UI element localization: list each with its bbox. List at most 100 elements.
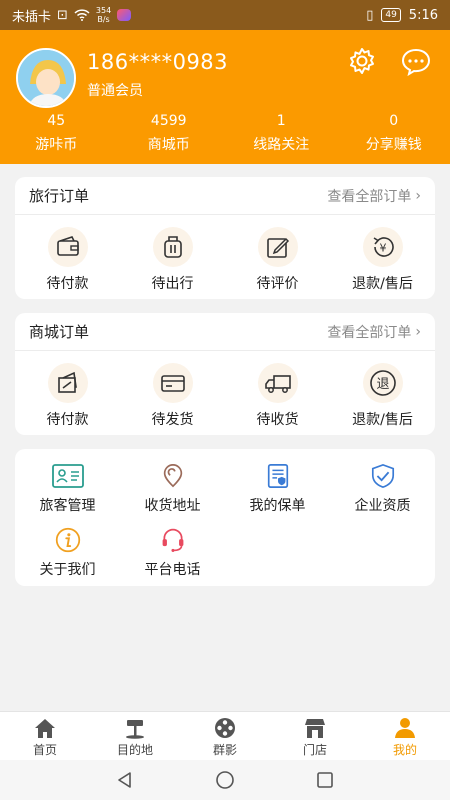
cell-label: 退款/售后 xyxy=(352,412,413,428)
net-speed: 354 B/s xyxy=(95,6,112,24)
service-label: 收货地址 xyxy=(144,498,201,514)
tab-destination[interactable]: 目的地 xyxy=(90,712,180,760)
cell-label: 待出行 xyxy=(151,276,194,292)
payment-icon xyxy=(47,363,88,403)
member-level: 普通会员 xyxy=(87,83,143,99)
travel-orders-card: 旅行订单 查看全部订单 › 待付款 待出行 待评价 ¥ 退款/售后 xyxy=(15,177,435,299)
shield-check-icon xyxy=(371,463,394,489)
home-icon xyxy=(35,719,55,738)
view-all-mall-orders-link[interactable]: 查看全部订单 › xyxy=(327,322,421,342)
cell-label: 退款/售后 xyxy=(352,276,413,292)
clock: 5:16 xyxy=(408,7,438,23)
stat-value: 0 xyxy=(389,113,399,129)
edit-icon xyxy=(257,227,298,267)
id-card-icon xyxy=(51,464,84,488)
person-icon xyxy=(395,718,415,738)
refund-icon: ¥ xyxy=(362,227,403,267)
cell-label: 待付款 xyxy=(46,412,89,428)
travel-orders-header: 旅行订单 查看全部订单 › xyxy=(15,177,435,215)
tab-group-photo[interactable]: 群影 xyxy=(180,712,270,760)
store-icon xyxy=(305,719,325,738)
bottom-tab-bar: 首页 目的地 群影 门店 我的 xyxy=(0,711,450,760)
about-us[interactable]: 关于我们 xyxy=(15,515,120,579)
mall-pending-shipment[interactable]: 待发货 xyxy=(120,351,225,435)
card-title: 旅行订单 xyxy=(29,187,90,205)
enterprise-qualification[interactable]: 企业资质 xyxy=(330,451,435,515)
luggage-icon xyxy=(152,227,193,267)
shipping-address[interactable]: 收货地址 xyxy=(120,451,225,515)
service-label: 平台电话 xyxy=(144,562,201,578)
svg-text:¥: ¥ xyxy=(379,242,386,255)
stat-youka-coin[interactable]: 45 游咔币 xyxy=(0,112,113,160)
mall-pending-receipt[interactable]: 待收货 xyxy=(225,351,330,435)
battery-indicator: 49 xyxy=(381,8,401,22)
stat-mall-coin[interactable]: 4599 商城币 xyxy=(113,112,226,160)
travel-pending-payment[interactable]: 待付款 xyxy=(15,215,120,299)
travel-pending-trip[interactable]: 待出行 xyxy=(120,215,225,299)
cell-label: 待收货 xyxy=(256,412,299,428)
my-policy[interactable]: 我的保单 xyxy=(225,451,330,515)
tab-label: 我的 xyxy=(392,743,417,757)
cell-label: 待发货 xyxy=(151,412,194,428)
carrier-label: 未插卡 xyxy=(12,9,52,25)
stat-value: 1 xyxy=(276,113,286,129)
headset-icon xyxy=(162,528,183,552)
platform-phone[interactable]: 平台电话 xyxy=(120,515,225,579)
travel-pending-review[interactable]: 待评价 xyxy=(225,215,330,299)
service-label: 旅客管理 xyxy=(39,498,96,514)
truck-icon xyxy=(257,363,298,403)
wallet-icon xyxy=(47,227,88,267)
service-label: 我的保单 xyxy=(249,498,306,514)
signpost-icon xyxy=(126,720,144,739)
vibrate-icon: ▯ xyxy=(366,7,374,23)
services-card: 旅客管理 收货地址 我的保单 企业资质 关于我们 平台电话 xyxy=(15,449,435,586)
user-phone: 186****0983 xyxy=(87,50,229,74)
stat-value: 4599 xyxy=(150,113,187,129)
recents-icon[interactable] xyxy=(315,770,335,790)
stat-label: 游咔币 xyxy=(35,137,78,153)
stat-label: 线路关注 xyxy=(253,137,310,153)
svg-text:退: 退 xyxy=(376,377,389,392)
stat-value: 45 xyxy=(47,113,66,129)
stat-route-follow[interactable]: 1 线路关注 xyxy=(225,112,338,160)
home-circle-icon[interactable] xyxy=(215,770,235,790)
gear-icon[interactable] xyxy=(347,46,377,76)
tab-label: 目的地 xyxy=(116,743,153,757)
profile-header: 186****0983 普通会员 45 游咔币 4599 商城币 1 线路关注 … xyxy=(0,30,450,164)
tab-label: 首页 xyxy=(32,743,57,757)
stat-share-earn[interactable]: 0 分享赚钱 xyxy=(338,112,450,160)
mall-orders-card: 商城订单 查看全部订单 › 待付款 待发货 待收货 退 退款/售后 xyxy=(15,313,435,435)
tab-home[interactable]: 首页 xyxy=(0,712,90,760)
tab-store[interactable]: 门店 xyxy=(270,712,360,760)
message-icon[interactable] xyxy=(401,46,431,76)
policy-icon xyxy=(267,464,288,488)
travel-refund[interactable]: ¥ 退款/售后 xyxy=(330,215,435,299)
film-reel-icon xyxy=(215,718,235,738)
tab-label: 群影 xyxy=(212,743,237,757)
back-icon[interactable] xyxy=(115,770,135,790)
return-icon: 退 xyxy=(362,363,403,403)
sim-icon: ⊡ xyxy=(57,7,68,23)
stats-row: 45 游咔币 4599 商城币 1 线路关注 0 分享赚钱 xyxy=(0,112,450,160)
cell-label: 待评价 xyxy=(256,276,299,292)
passenger-management[interactable]: 旅客管理 xyxy=(15,451,120,515)
view-all-travel-orders-link[interactable]: 查看全部订单 › xyxy=(327,186,421,206)
card-icon xyxy=(152,363,193,403)
cell-label: 待付款 xyxy=(46,276,89,292)
wifi-icon xyxy=(74,9,90,21)
chevron-right-icon: › xyxy=(415,323,421,340)
service-label: 企业资质 xyxy=(354,498,411,514)
tab-label: 门店 xyxy=(302,743,327,757)
stat-label: 商城币 xyxy=(147,137,190,153)
avatar[interactable] xyxy=(16,48,76,108)
status-bar: 未插卡 ⊡ 354 B/s ▯ 49 5:16 xyxy=(0,0,450,30)
stat-label: 分享赚钱 xyxy=(365,137,422,153)
system-navigation-bar xyxy=(0,760,450,800)
info-icon xyxy=(55,527,80,553)
service-label: 关于我们 xyxy=(39,562,96,578)
mall-refund[interactable]: 退 退款/售后 xyxy=(330,351,435,435)
mall-orders-header: 商城订单 查看全部订单 › xyxy=(15,313,435,351)
mall-pending-payment[interactable]: 待付款 xyxy=(15,351,120,435)
app-notification-icon xyxy=(117,9,132,21)
tab-mine[interactable]: 我的 xyxy=(360,712,450,760)
